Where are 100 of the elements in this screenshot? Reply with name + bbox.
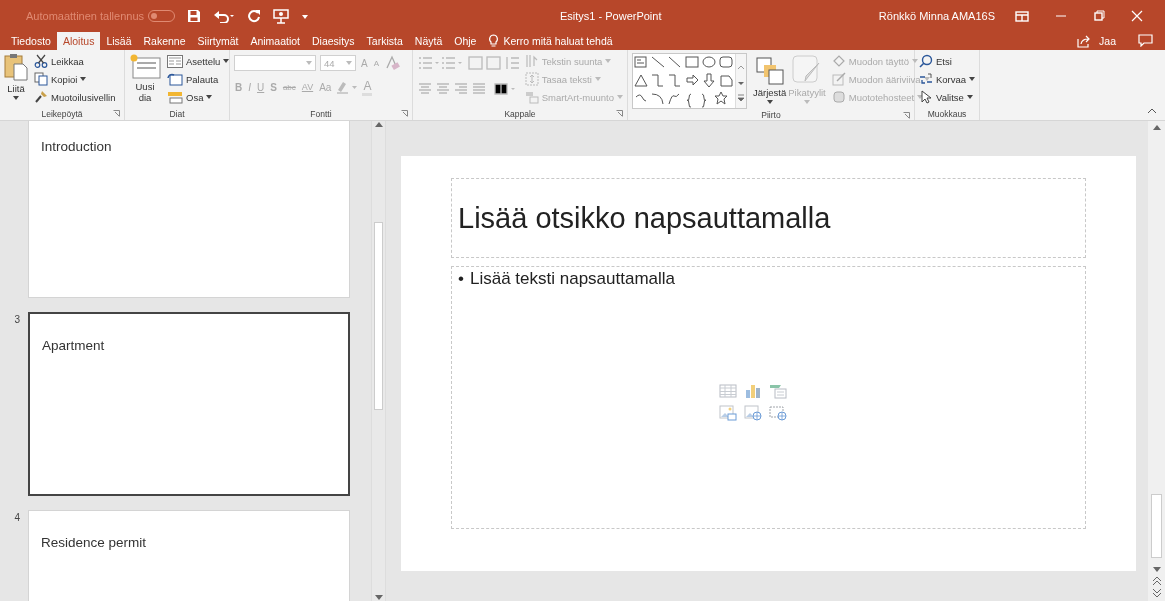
reset-slide-icon	[167, 72, 183, 86]
undo-icon[interactable]	[213, 9, 236, 23]
next-slide-icon[interactable]	[1152, 589, 1161, 597]
caret-icon	[223, 59, 230, 63]
cut-button[interactable]: Leikkaa	[34, 53, 116, 69]
dialog-launcher-icon[interactable]	[113, 110, 120, 117]
caret-icon	[969, 77, 976, 81]
thumbnail-title: Residence permit	[41, 535, 147, 550]
dialog-launcher-icon[interactable]	[903, 112, 910, 119]
ribbon-display-icon[interactable]	[1015, 10, 1029, 22]
arrange-icon	[755, 57, 784, 85]
caret-icon	[617, 95, 623, 99]
caret-icon	[206, 95, 213, 99]
clipboard-icon	[4, 53, 28, 81]
table-icon[interactable]	[718, 382, 737, 399]
scrollbar[interactable]	[371, 121, 386, 601]
new-slide-button[interactable]: Uusi dia	[129, 53, 161, 107]
caret-icon	[605, 59, 612, 63]
ribbon-tab[interactable]: Ohje	[448, 32, 483, 50]
redo-icon[interactable]	[247, 9, 262, 23]
ribbon-tab[interactable]: Tiedosto	[5, 32, 57, 50]
slide-thumbnail[interactable]: Residence permit	[28, 510, 350, 601]
pencil-icon	[831, 72, 846, 86]
ribbon-tab[interactable]: Diaesitys	[306, 32, 361, 50]
search-icon	[919, 54, 933, 68]
reset-button[interactable]: Palauta	[167, 71, 230, 87]
close-icon[interactable]	[1131, 10, 1143, 22]
caret-icon	[911, 59, 918, 63]
caret-icon	[923, 77, 930, 81]
group-label: Kappale	[504, 108, 536, 119]
section-button[interactable]: Osa	[167, 89, 230, 105]
caret-icon	[346, 61, 352, 65]
quick-styles-icon	[792, 55, 822, 85]
thumbnail-title: Introduction	[41, 139, 112, 154]
ribbon-tab[interactable]: Näytä	[408, 32, 449, 50]
content-placeholder-text: Lisää teksti napsauttamalla	[469, 269, 675, 289]
copy-button[interactable]: Kopioi	[34, 71, 116, 87]
scrollbar[interactable]	[1148, 121, 1165, 601]
ribbon-tab[interactable]: Siirtymät	[191, 32, 245, 50]
paintbrush-icon	[34, 90, 48, 104]
scroll-thumb[interactable]	[1151, 494, 1162, 558]
ribbon-tab[interactable]: Lisää	[100, 32, 138, 50]
slide-thumbnail[interactable]: Apartment	[28, 312, 350, 496]
layout-icon	[167, 54, 183, 68]
shape-effects-icon	[831, 90, 846, 104]
format-painter-button[interactable]: Muotoilusivellin	[34, 89, 116, 105]
group-label: Piirto	[761, 109, 781, 120]
caret-icon	[80, 77, 87, 81]
collapse-ribbon-icon[interactable]	[1147, 108, 1157, 114]
section-icon	[167, 90, 183, 104]
video-icon[interactable]	[768, 404, 787, 421]
save-icon[interactable]	[187, 9, 202, 23]
text-direction-icon	[524, 54, 539, 68]
comment-icon[interactable]	[1138, 34, 1153, 47]
online-picture-icon[interactable]	[743, 404, 762, 421]
slide-number: 4	[13, 511, 20, 525]
gallery-scroll-buttons[interactable]	[735, 54, 746, 108]
ribbon-tab[interactable]: Aloitus	[56, 32, 101, 50]
scroll-down-icon[interactable]	[1152, 567, 1161, 573]
bar-chart-icon[interactable]	[743, 382, 762, 399]
caret-icon	[804, 100, 810, 104]
group-label: Muokkaus	[927, 108, 967, 119]
tell-me-search[interactable]: Kerro mitä haluat tehdä	[482, 32, 619, 50]
select-button[interactable]: Valitse	[919, 89, 976, 105]
copy-icon	[34, 72, 48, 86]
ribbon-tab[interactable]: Rakenne	[137, 32, 192, 50]
tell-me-text: Kerro mitä haluat tehdä	[503, 35, 613, 47]
smartart-graphic-icon[interactable]	[768, 382, 787, 399]
new-slide-icon	[129, 53, 161, 79]
align-text-icon	[524, 72, 539, 86]
cursor-icon	[919, 90, 933, 104]
autosave-label: Automaattinen tallennus	[26, 10, 145, 22]
title-placeholder-text: Lisää otsikko napsauttamalla	[458, 201, 831, 235]
arrange-button[interactable]: Järjestä	[753, 53, 787, 109]
scroll-up-icon[interactable]	[1152, 124, 1161, 130]
paint-bucket-icon	[831, 54, 846, 68]
customize-caret-icon[interactable]	[301, 12, 310, 20]
user-name: Rönkkö Minna AMA16S	[878, 10, 995, 22]
presentation-icon[interactable]	[273, 8, 290, 24]
previous-slide-icon[interactable]	[1152, 577, 1161, 585]
group-label: Fontti	[310, 108, 332, 119]
scroll-thumb[interactable]	[374, 222, 383, 410]
thumbnail-title: Apartment	[42, 338, 105, 353]
layout-button[interactable]: Asettelu	[167, 53, 230, 69]
ribbon-tab[interactable]: Tarkista	[360, 32, 409, 50]
scroll-down-icon[interactable]	[374, 595, 383, 601]
caret-icon	[13, 96, 19, 100]
content-placeholder[interactable]: • Lisää teksti napsauttamalla	[451, 266, 1086, 529]
picture-icon[interactable]	[718, 404, 737, 421]
replace-button[interactable]: Korvaa	[919, 71, 976, 87]
caret-icon	[966, 95, 973, 99]
restore-icon[interactable]	[1093, 10, 1105, 22]
title-placeholder[interactable]: Lisää otsikko napsauttamalla	[451, 178, 1086, 258]
paste-button[interactable]: Liitä	[4, 53, 28, 107]
group-label: Diat	[169, 108, 185, 119]
scissors-icon	[34, 54, 48, 68]
slide-canvas[interactable]: Lisää otsikko napsauttamalla • Lisää teksti napsauttamalla	[401, 156, 1136, 571]
slide-thumbnail[interactable]: Introduction	[28, 121, 350, 298]
ribbon-tab[interactable]: Animaatiot	[244, 32, 306, 50]
share-button[interactable]: Jaa	[1077, 32, 1116, 50]
